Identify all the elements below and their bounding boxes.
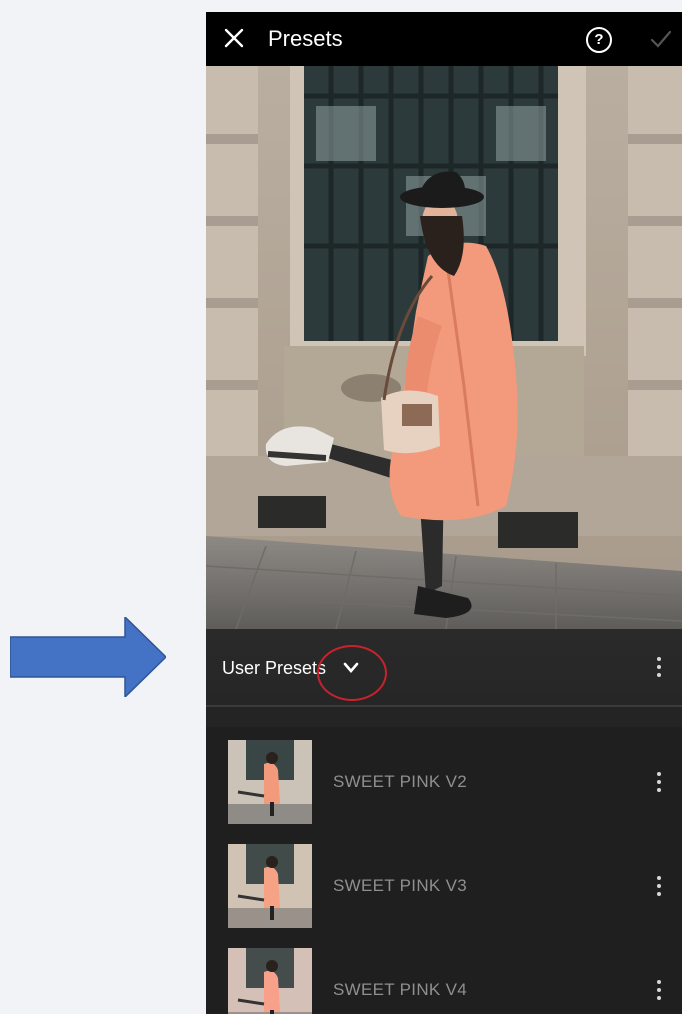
preset-item-sweet-pink-v4[interactable]: SWEET PINK V4 (206, 938, 682, 1014)
top-bar: Presets ? (206, 12, 682, 66)
preset-group-label[interactable]: User Presets (222, 657, 326, 679)
preset-name: SWEET PINK V3 (333, 876, 467, 895)
preset-name: SWEET PINK V4 (333, 980, 467, 999)
preset-thumbnail (228, 844, 312, 928)
preset-name: SWEET PINK V2 (333, 772, 467, 791)
preset-group-header: User Presets (206, 629, 682, 707)
preset-thumbnail (228, 948, 312, 1014)
more-vertical-icon[interactable] (656, 876, 662, 896)
annotation-arrow (10, 617, 166, 697)
more-vertical-icon[interactable] (656, 657, 662, 677)
photo-preview (206, 66, 682, 629)
close-icon[interactable] (222, 26, 246, 50)
preset-thumbnail (228, 740, 312, 824)
annotation-circle (317, 645, 387, 701)
page-title: Presets (268, 26, 343, 51)
more-vertical-icon[interactable] (656, 980, 662, 1000)
preset-item-sweet-pink-v2[interactable]: SWEET PINK V2 (206, 730, 682, 834)
more-vertical-icon[interactable] (656, 772, 662, 792)
checkmark-icon[interactable] (649, 28, 673, 50)
preset-item-sweet-pink-v3[interactable]: SWEET PINK V3 (206, 834, 682, 938)
lightroom-presets-screen: Presets ? User Presets SWEET PINK V2 SWE… (206, 12, 682, 1014)
divider (206, 707, 682, 727)
help-circle-icon[interactable]: ? (586, 27, 612, 53)
